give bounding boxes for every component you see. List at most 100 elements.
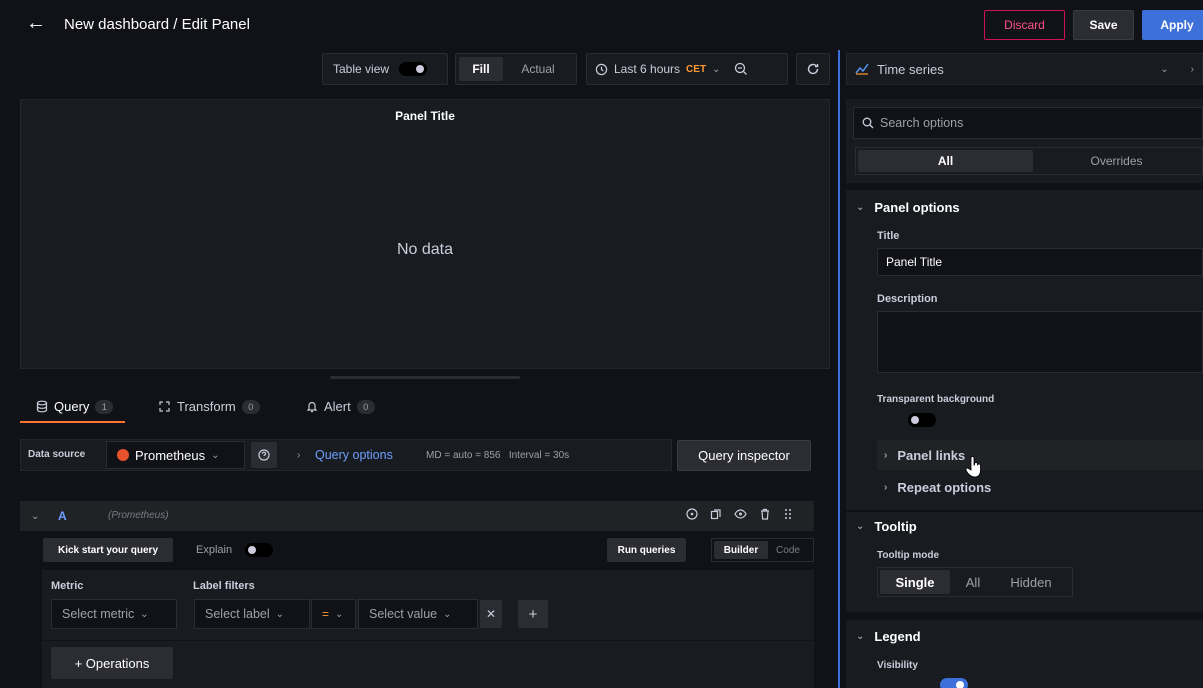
operator-value: = (322, 607, 330, 621)
metric-placeholder: Select metric (62, 607, 135, 621)
apply-button[interactable]: Apply (1142, 10, 1203, 40)
breadcrumb: New dashboard / Edit Panel (64, 16, 250, 33)
datasource-picker[interactable]: Prometheus ⌄ (106, 441, 245, 469)
save-button[interactable]: Save (1073, 10, 1134, 40)
tooltip-mode-group: Single All Hidden (877, 567, 1073, 597)
query-source-name: (Prometheus) (108, 510, 169, 521)
search-options-input[interactable]: Search options (853, 107, 1203, 139)
bell-icon (306, 401, 318, 413)
panel-links-toggle[interactable]: › Panel links (884, 448, 965, 463)
query-ref-id[interactable]: A (58, 509, 67, 523)
metric-select[interactable]: Select metric ⌄ (51, 599, 177, 629)
chevron-down-icon: ⌄ (856, 202, 865, 213)
remove-filter-button[interactable]: ✕ (480, 600, 502, 628)
query-row-actions (686, 508, 793, 520)
trash-icon[interactable] (759, 508, 771, 520)
label-select[interactable]: Select label ⌄ (194, 599, 310, 629)
back-arrow-icon[interactable]: ← (26, 12, 46, 35)
chevron-right-icon: › (297, 450, 301, 461)
query-inspector-button[interactable]: Query inspector (677, 440, 811, 471)
tooltip-header[interactable]: ⌄ Tooltip (856, 519, 917, 534)
tab-alert[interactable]: Alert 0 (306, 399, 375, 414)
tab-transform-label: Transform (177, 399, 236, 414)
fill-button[interactable]: Fill (459, 57, 503, 81)
tooltip-mode-label: Tooltip mode (877, 550, 940, 561)
discard-button[interactable]: Discard (984, 10, 1065, 40)
explain-switch[interactable] (245, 542, 273, 557)
eye-icon[interactable] (734, 508, 747, 520)
search-icon (862, 117, 874, 129)
timezone-badge: CET (686, 63, 707, 75)
chevron-down-icon: ⌄ (856, 521, 865, 532)
description-label: Description (877, 293, 938, 305)
tooltip-mode-single[interactable]: Single (880, 570, 950, 594)
tab-overrides[interactable]: Overrides (1033, 150, 1200, 172)
help-icon[interactable] (686, 508, 698, 520)
close-icon: ✕ (485, 607, 497, 621)
drag-handle-icon[interactable] (783, 508, 793, 520)
tab-query-label: Query (54, 399, 90, 414)
label-filters-label: Label filters (193, 580, 255, 592)
add-operations-button[interactable]: + Operations (51, 647, 173, 679)
tooltip-mode-hidden[interactable]: Hidden (996, 570, 1066, 594)
title-label: Title (877, 230, 900, 242)
tooltip-mode-all[interactable]: All (950, 570, 996, 594)
tab-alert-count: 0 (356, 399, 375, 414)
refresh-icon (807, 63, 819, 75)
chevron-right-icon: › (884, 482, 888, 493)
tooltip-title: Tooltip (874, 519, 917, 534)
label-placeholder: Select label (205, 607, 270, 621)
query-options-toggle[interactable]: Query options (315, 448, 393, 462)
panel-title: Panel Title (395, 109, 455, 123)
transparent-background-switch[interactable] (908, 412, 937, 427)
clock-icon (595, 63, 608, 75)
panel-options-header[interactable]: ⌄ Panel options (856, 200, 960, 215)
kick-start-button[interactable]: Kick start your query (43, 538, 173, 562)
description-textarea[interactable] (877, 311, 1203, 373)
tab-query-count: 1 (95, 399, 114, 414)
title-input-value: Panel Title (886, 255, 943, 269)
active-tab-indicator (20, 421, 125, 423)
chevron-down-icon: ⌄ (275, 608, 285, 620)
repeat-options-toggle[interactable]: › Repeat options (884, 480, 991, 495)
visualization-name: Time series (877, 61, 944, 77)
tab-all[interactable]: All (858, 150, 1033, 172)
visualization-picker[interactable]: Time series ⌄ › (846, 53, 1203, 85)
chevron-right-icon: › (884, 450, 888, 461)
options-tabs: All Overrides (855, 147, 1203, 175)
table-view-switch[interactable] (399, 62, 428, 76)
chevron-right-icon[interactable]: › (1191, 64, 1194, 75)
actual-button[interactable]: Actual (503, 57, 573, 81)
chevron-down-icon: ⌄ (140, 608, 149, 620)
legend-header[interactable]: ⌄ Legend (856, 629, 921, 644)
builder-mode-button[interactable]: Builder (714, 541, 768, 559)
datasource-label: Data source (28, 449, 86, 460)
time-picker[interactable]: Last 6 hours CET ⌄ (586, 53, 788, 85)
run-queries-button[interactable]: Run queries (607, 538, 686, 562)
legend-visibility-switch[interactable] (939, 677, 968, 688)
datasource-help-button[interactable] (251, 442, 277, 468)
no-data-message: No data (396, 241, 454, 258)
code-mode-button[interactable]: Code (768, 541, 808, 559)
chevron-down-icon: ⌄ (335, 608, 344, 620)
tab-query[interactable]: Query 1 (36, 399, 114, 414)
table-view-toggle-group: Table view (322, 53, 448, 85)
chevron-down-icon: ⌄ (856, 631, 865, 642)
add-filter-button[interactable]: + (518, 600, 548, 628)
chevron-down-icon: ⌄ (1160, 63, 1169, 75)
tab-transform[interactable]: Transform 0 (158, 399, 260, 414)
zoom-out-icon[interactable] (734, 62, 748, 76)
visibility-label: Visibility (877, 660, 918, 671)
duplicate-icon[interactable] (710, 508, 722, 520)
fill-actual-group: Fill Actual (455, 53, 577, 85)
top-bar: ← New dashboard / Edit Panel Discard Sav… (0, 0, 1203, 50)
refresh-button[interactable] (796, 53, 830, 85)
transparent-background-label: Transparent background (877, 394, 995, 405)
chevron-down-icon: ⌄ (211, 449, 220, 461)
collapse-chevron-icon[interactable]: ⌄ (31, 511, 39, 522)
operator-select[interactable]: = ⌄ (311, 599, 356, 629)
value-select[interactable]: Select value ⌄ (358, 599, 478, 629)
resize-handle[interactable] (330, 376, 520, 379)
title-input[interactable]: Panel Title (877, 248, 1203, 276)
tab-alert-label: Alert (324, 399, 351, 414)
